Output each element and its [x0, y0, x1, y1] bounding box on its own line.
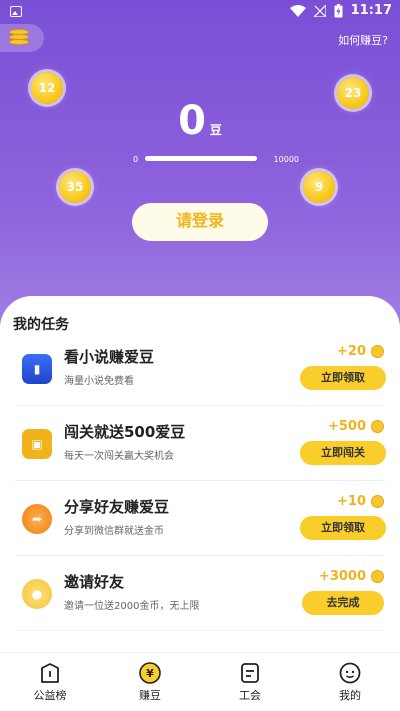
divider: [15, 405, 385, 406]
balance-value: 0: [178, 98, 206, 144]
task-action-button[interactable]: 立即闯关: [300, 441, 386, 465]
task-item: ● 邀请好友 邀请一位送2000金币，无上限 +3000 去完成: [0, 557, 400, 631]
nav-item-profile[interactable]: 我的: [300, 653, 400, 711]
guild-icon: [241, 663, 259, 683]
coin-icon: [371, 420, 384, 433]
task-reward: +10: [337, 494, 366, 509]
svg-text:¥: ¥: [146, 667, 154, 680]
divider: [15, 555, 385, 556]
clock: 11:17: [350, 3, 392, 18]
coin-stack-icon: [9, 29, 31, 47]
coin-icon: [371, 345, 384, 358]
task-panel: 我的任务 ▮ 看小说赚爱豆 海量小说免费看 +20 立即领取 ▣ 闯关就送500…: [0, 296, 400, 652]
yen-coin-icon: ¥: [139, 662, 161, 684]
progress-min: 0: [133, 155, 139, 164]
task-name: 分享好友赚爱豆: [64, 498, 170, 516]
coin-stack-button[interactable]: [0, 24, 44, 52]
nav-item-guild[interactable]: 工会: [200, 653, 300, 711]
coin-bubble[interactable]: 35: [59, 171, 91, 203]
login-button[interactable]: 请登录: [132, 203, 268, 241]
task-item: ➦ 分享好友赚爱豆 分享到微信群就送金币 +10 立即领取: [0, 482, 400, 556]
nav-label: 工会: [239, 689, 261, 702]
image-notification-icon: [10, 6, 22, 17]
share-icon: ➦: [22, 504, 52, 534]
task-name: 闯关就送500爱豆: [64, 423, 186, 441]
task-subtitle: 分享到微信群就送金币: [64, 526, 164, 537]
coin-bubble[interactable]: 9: [303, 171, 335, 203]
task-subtitle: 海量小说免费看: [64, 376, 134, 387]
balance-unit: 豆: [209, 123, 222, 137]
coin-icon: [371, 570, 384, 583]
task-name: 邀请好友: [64, 573, 125, 591]
bottom-nav: 公益榜 ¥ 赚豆 工会 我的: [0, 652, 400, 711]
task-reward: +3000: [318, 569, 366, 584]
coin-icon: [371, 495, 384, 508]
progress-track: [145, 156, 257, 161]
tasks-title: 我的任务: [13, 317, 69, 333]
bean-balance: 0豆: [0, 98, 400, 144]
task-reward: +500: [327, 419, 366, 434]
charity-icon: [41, 663, 59, 683]
progress-max: 10000: [273, 155, 299, 164]
task-subtitle: 每天一次闯关赢大奖机会: [64, 451, 174, 462]
balance-progress: 0 10000: [133, 152, 299, 166]
battery-charging-icon: [334, 3, 343, 17]
divider: [15, 630, 385, 631]
nav-label: 我的: [339, 689, 361, 702]
nav-item-charity[interactable]: 公益榜: [0, 653, 100, 711]
task-action-button[interactable]: 立即领取: [300, 366, 386, 390]
task-name: 看小说赚爱豆: [64, 348, 155, 366]
task-action-button[interactable]: 立即领取: [300, 516, 386, 540]
task-action-button[interactable]: 去完成: [302, 591, 384, 615]
nav-item-earn[interactable]: ¥ 赚豆: [100, 653, 200, 711]
nav-label: 公益榜: [33, 689, 67, 702]
divider: [15, 480, 385, 481]
no-signal-icon: [313, 4, 326, 17]
profile-icon: [339, 662, 361, 684]
novel-icon: ▮: [22, 354, 52, 384]
task-reward: +20: [337, 344, 366, 359]
game-icon: ▣: [22, 429, 52, 459]
task-item: ▮ 看小说赚爱豆 海量小说免费看 +20 立即领取: [0, 332, 400, 406]
task-item: ▣ 闯关就送500爱豆 每天一次闯关赢大奖机会 +500 立即闯关: [0, 407, 400, 481]
nav-label: 赚豆: [139, 689, 161, 702]
invite-icon: ●: [22, 579, 52, 609]
wifi-icon: [289, 4, 306, 17]
status-bar: 11:17: [0, 0, 400, 24]
task-subtitle: 邀请一位送2000金币，无上限: [64, 601, 200, 612]
how-to-earn-link[interactable]: 如何赚豆?: [338, 32, 388, 48]
